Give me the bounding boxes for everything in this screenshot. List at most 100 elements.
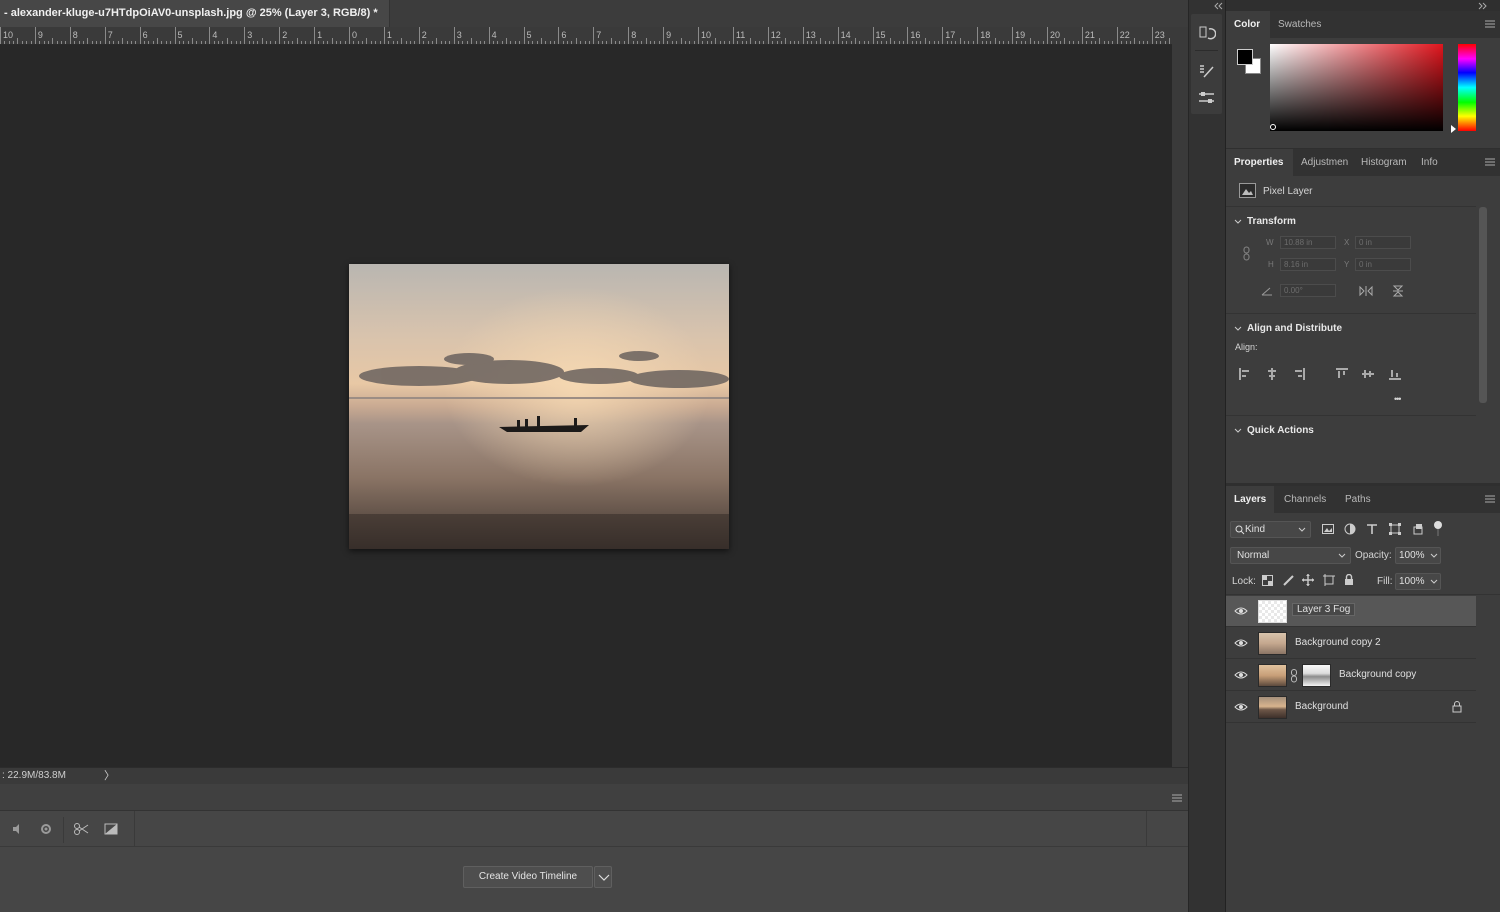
- ruler-label: 13: [805, 30, 816, 40]
- flip-horizontal-icon[interactable]: [1358, 285, 1374, 297]
- canvas-area[interactable]: [0, 45, 1172, 767]
- tab-paths[interactable]: Paths: [1337, 486, 1379, 513]
- align-left-icon[interactable]: [1239, 368, 1251, 380]
- timeline-type-dropdown[interactable]: [594, 866, 612, 888]
- history-icon[interactable]: [1198, 24, 1216, 42]
- lock-position-icon[interactable]: [1302, 574, 1314, 586]
- tab-histogram[interactable]: Histogram: [1353, 149, 1415, 176]
- height-label: H: [1268, 260, 1274, 269]
- layer-row-background[interactable]: Background: [1226, 692, 1476, 723]
- eye-icon[interactable]: [1234, 670, 1248, 680]
- lock-artboard-icon[interactable]: [1323, 574, 1335, 586]
- angle-field[interactable]: 0.00°: [1280, 284, 1336, 297]
- y-field[interactable]: 0 in: [1355, 258, 1411, 271]
- lock-image-pixels-icon[interactable]: [1283, 574, 1295, 586]
- filter-toggle-icon[interactable]: [1433, 520, 1443, 538]
- brush-settings-icon[interactable]: [1198, 62, 1216, 80]
- tab-layers[interactable]: Layers: [1226, 486, 1274, 513]
- foreground-color-swatch[interactable]: [1237, 49, 1253, 65]
- fill-field[interactable]: 100%: [1395, 573, 1441, 590]
- blend-mode-value: Normal: [1237, 550, 1270, 561]
- panel-menu-icon[interactable]: [1485, 495, 1495, 504]
- tab-channels[interactable]: Channels: [1276, 486, 1334, 513]
- filter-pixel-icon[interactable]: [1322, 524, 1334, 534]
- horizontal-ruler[interactable]: 10 9 8 7 6 5 4 3 2 1 0 1 2 3 4 5 6 7 8 9 10 11 12 13 14 15 16 17 18 1…: [0, 27, 1172, 45]
- document-image[interactable]: [349, 264, 729, 549]
- width-field[interactable]: 10.88 in: [1280, 236, 1336, 249]
- timeline-menu-icon[interactable]: [1172, 794, 1182, 802]
- transform-heading[interactable]: Transform: [1247, 216, 1296, 227]
- adjustments-sliders-icon[interactable]: [1198, 89, 1216, 107]
- align-bottom-icon[interactable]: [1389, 368, 1401, 380]
- hue-slider-handle[interactable]: [1450, 125, 1457, 133]
- quick-actions-heading[interactable]: Quick Actions: [1247, 425, 1314, 436]
- chevron-down-icon[interactable]: [1430, 553, 1438, 559]
- more-options-button[interactable]: •••: [1394, 394, 1402, 404]
- tab-swatches[interactable]: Swatches: [1270, 11, 1329, 38]
- lock-label: Lock:: [1232, 576, 1256, 587]
- collapse-dock-icon[interactable]: [1213, 2, 1223, 10]
- blend-mode-select[interactable]: Normal: [1230, 547, 1351, 564]
- filter-adjustment-icon[interactable]: [1344, 523, 1356, 535]
- layer-name[interactable]: Background copy 2: [1295, 637, 1381, 648]
- layer-name[interactable]: Layer 3 Fog: [1292, 603, 1356, 616]
- vertical-scrollbar[interactable]: [1172, 27, 1188, 767]
- lock-transparent-pixels-icon[interactable]: [1262, 575, 1273, 586]
- ruler-label: 16: [910, 30, 921, 40]
- ruler-label: 17: [945, 30, 956, 40]
- layers-empty-area[interactable]: [1226, 724, 1476, 912]
- chevron-down-icon[interactable]: [1234, 427, 1242, 435]
- align-top-icon[interactable]: [1336, 368, 1348, 380]
- layer-row-background-copy-2[interactable]: Background copy 2: [1226, 628, 1476, 659]
- layer-mask-thumbnail[interactable]: [1302, 664, 1331, 687]
- expand-panels-icon[interactable]: [1478, 2, 1488, 10]
- align-vertical-center-icon[interactable]: [1362, 368, 1374, 380]
- opacity-field[interactable]: 100%: [1395, 547, 1441, 564]
- eye-icon[interactable]: [1234, 638, 1248, 648]
- chevron-down-icon[interactable]: [1234, 325, 1242, 333]
- fill-label: Fill:: [1377, 576, 1393, 587]
- lock-all-icon[interactable]: [1344, 574, 1354, 586]
- eye-icon[interactable]: [1234, 702, 1248, 712]
- chevron-down-icon: [1298, 527, 1306, 532]
- tab-info[interactable]: Info: [1413, 149, 1446, 176]
- align-right-icon[interactable]: [1293, 368, 1305, 380]
- chevron-down-icon[interactable]: [1234, 218, 1242, 226]
- layer-name[interactable]: Background: [1295, 701, 1348, 712]
- layer-row-layer-3-fog[interactable]: Layer 3 Fog: [1226, 596, 1476, 627]
- layer-filter-kind-select[interactable]: Kind: [1230, 521, 1311, 538]
- status-menu-chevron[interactable]: 〉: [104, 768, 115, 784]
- height-field[interactable]: 8.16 in: [1280, 258, 1336, 271]
- tab-adjustments[interactable]: Adjustmen: [1293, 149, 1355, 176]
- tab-color[interactable]: Color: [1226, 11, 1270, 38]
- layer-row-background-copy[interactable]: Background copy: [1226, 660, 1476, 691]
- ruler-label: 6: [142, 30, 148, 40]
- filter-shape-icon[interactable]: [1389, 523, 1401, 535]
- transition-icon[interactable]: [103, 821, 119, 837]
- mask-link-icon[interactable]: [1291, 669, 1297, 683]
- eye-icon[interactable]: [1234, 606, 1248, 616]
- layer-thumbnail: [1258, 632, 1287, 655]
- x-field[interactable]: 0 in: [1355, 236, 1411, 249]
- layer-name[interactable]: Background copy: [1339, 669, 1416, 680]
- tab-properties[interactable]: Properties: [1226, 149, 1293, 176]
- panel-menu-icon[interactable]: [1485, 158, 1495, 167]
- filter-type-icon[interactable]: [1366, 523, 1378, 535]
- hue-slider[interactable]: [1458, 44, 1476, 131]
- filter-smart-object-icon[interactable]: [1412, 523, 1424, 535]
- chevron-down-icon[interactable]: [1430, 579, 1438, 585]
- document-tab[interactable]: - alexander-kluge-u7HTdpOiAV0-unsplash.j…: [0, 0, 390, 27]
- timeline-header: [0, 784, 1188, 811]
- color-saturation-field[interactable]: [1270, 44, 1443, 131]
- layer-kind-label: Pixel Layer: [1263, 186, 1313, 197]
- flip-vertical-icon[interactable]: [1392, 284, 1404, 298]
- align-horizontal-center-icon[interactable]: [1266, 368, 1278, 380]
- properties-scrollbar[interactable]: [1479, 207, 1487, 403]
- scissors-icon[interactable]: [73, 821, 89, 837]
- link-icon[interactable]: [1242, 246, 1252, 262]
- create-video-timeline-button[interactable]: Create Video Timeline: [463, 866, 593, 888]
- mute-audio-icon[interactable]: [10, 821, 26, 837]
- gear-icon[interactable]: [38, 821, 54, 837]
- panel-menu-icon[interactable]: [1485, 20, 1495, 29]
- align-distribute-heading[interactable]: Align and Distribute: [1247, 323, 1342, 334]
